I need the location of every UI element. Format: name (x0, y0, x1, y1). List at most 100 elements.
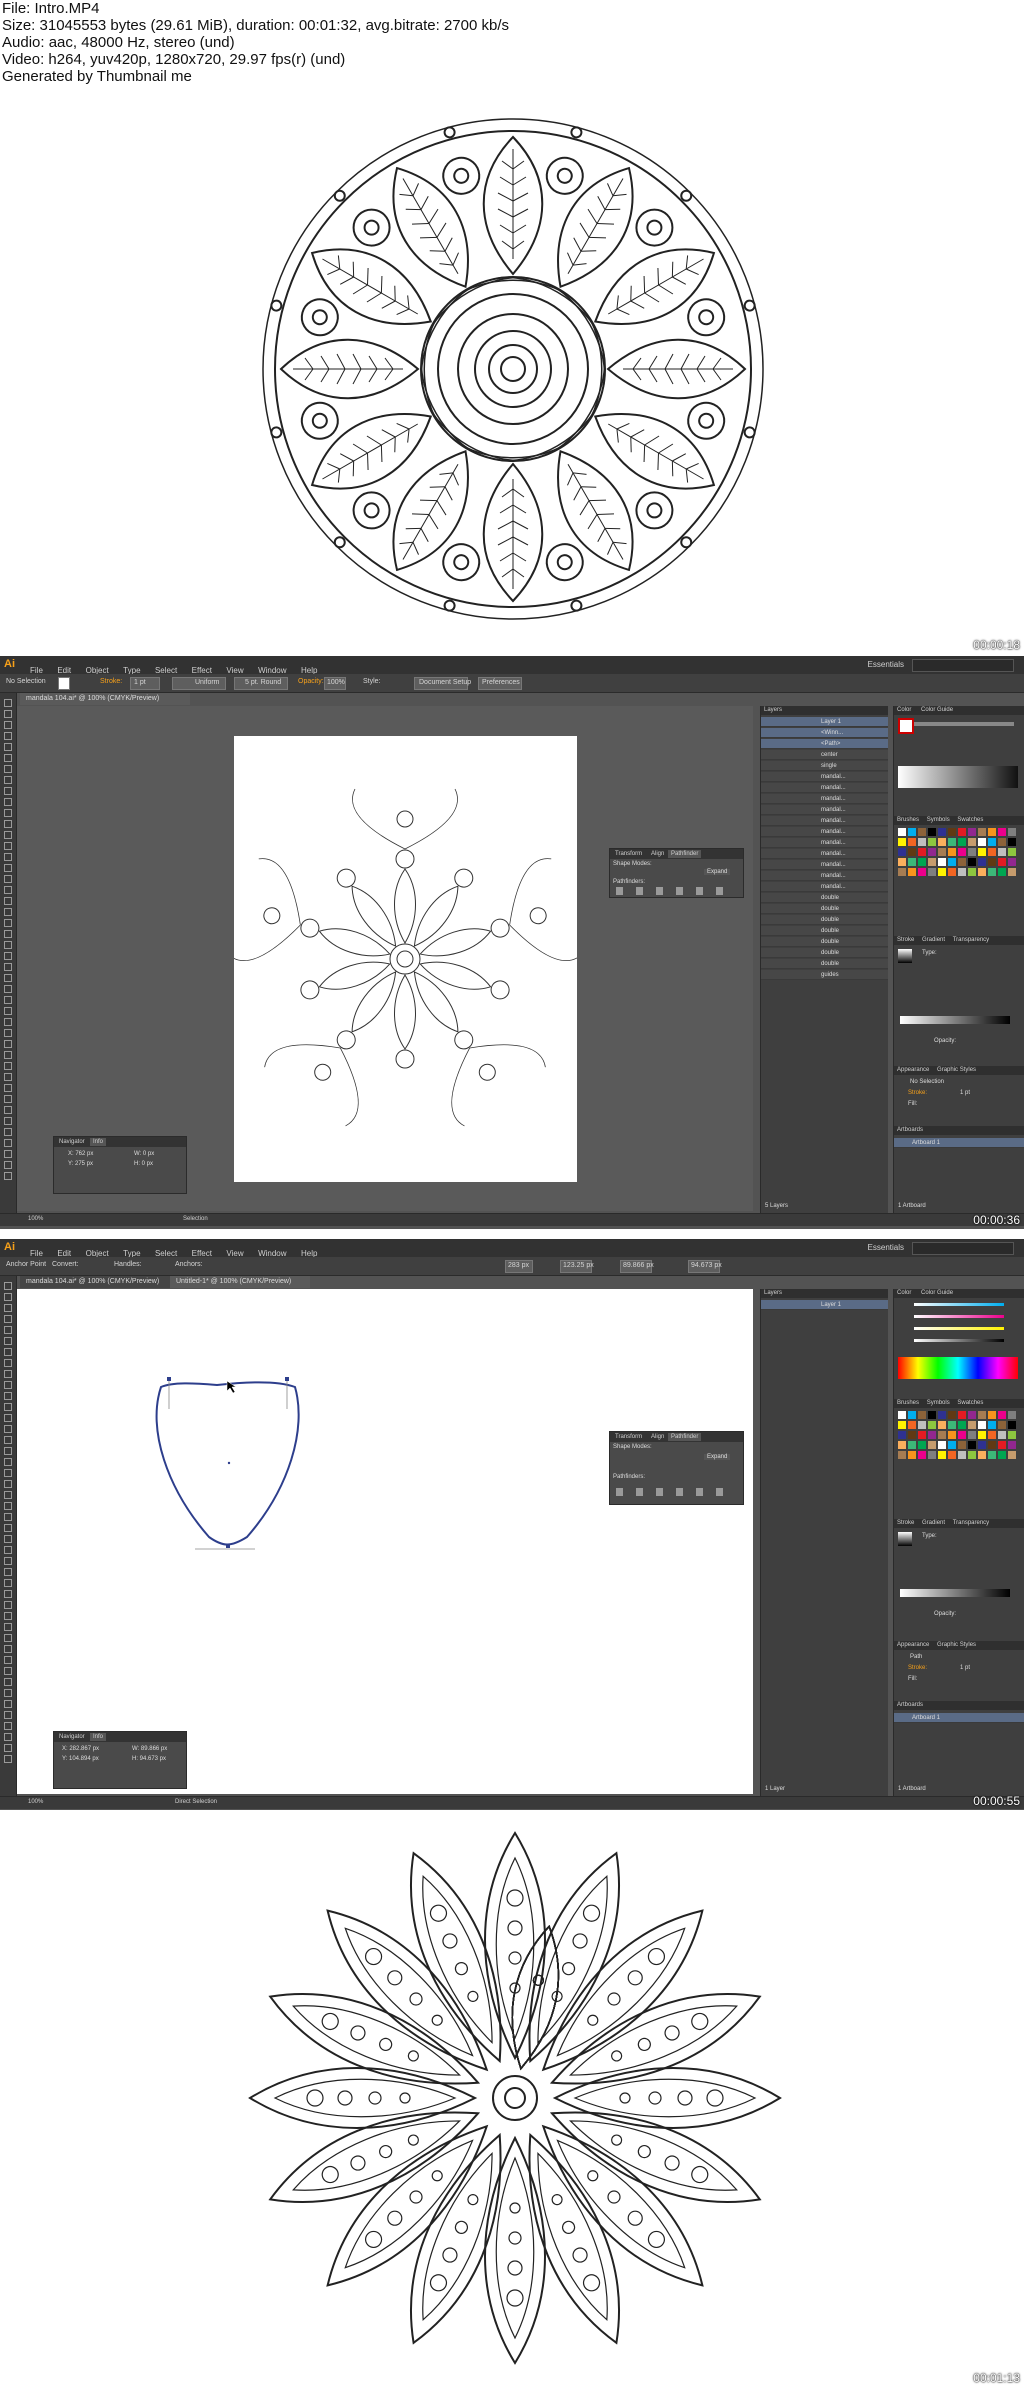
w-field[interactable]: 89.866 px (620, 1260, 654, 1273)
tool-icon[interactable] (4, 787, 12, 795)
swatch[interactable] (938, 1431, 946, 1439)
tool-icon[interactable] (4, 1062, 12, 1070)
swatch[interactable] (978, 1431, 986, 1439)
tool-icon[interactable] (4, 1293, 12, 1301)
swatch[interactable] (968, 1451, 976, 1459)
tab-info[interactable]: Info (90, 1733, 107, 1741)
tool-icon[interactable] (4, 743, 12, 751)
swatch[interactable] (988, 828, 996, 836)
swatch[interactable] (998, 1441, 1006, 1449)
swatch[interactable] (948, 1431, 956, 1439)
tool-icon[interactable] (4, 1128, 12, 1136)
tool-icon[interactable] (4, 1612, 12, 1620)
swatch[interactable] (918, 1451, 926, 1459)
tool-icon[interactable] (4, 754, 12, 762)
appearance-fill[interactable]: Fill: (908, 1101, 917, 1107)
swatch[interactable] (918, 1421, 926, 1429)
swatch[interactable] (1008, 838, 1016, 846)
swatch[interactable] (898, 1451, 906, 1459)
x-field[interactable]: 283 px (505, 1260, 533, 1273)
workspace-switcher[interactable]: Essentials (868, 1243, 904, 1252)
swatch[interactable] (958, 1411, 966, 1419)
swatch[interactable] (988, 1411, 996, 1419)
tool-icon[interactable] (4, 1744, 12, 1752)
tab-appearance[interactable]: Appearance (897, 1642, 929, 1648)
swatch[interactable] (968, 858, 976, 866)
swatch[interactable] (918, 1411, 926, 1419)
swatch[interactable] (968, 1441, 976, 1449)
color-fill-stroke[interactable] (898, 718, 914, 734)
opacity-field[interactable]: 100% (324, 677, 346, 690)
swatch[interactable] (978, 1441, 986, 1449)
tool-icon[interactable] (4, 1623, 12, 1631)
swatch[interactable] (958, 1421, 966, 1429)
tab-info[interactable]: Info (90, 1138, 107, 1146)
swatch[interactable] (908, 1451, 916, 1459)
tool-icon[interactable] (4, 765, 12, 773)
tab-align[interactable]: Align (648, 1433, 667, 1441)
gradient-slider[interactable] (900, 1589, 1010, 1597)
tool-icon[interactable] (4, 864, 12, 872)
swatch[interactable] (938, 848, 946, 856)
tool-icon[interactable] (4, 1304, 12, 1312)
tool-icon[interactable] (4, 875, 12, 883)
layer-row[interactable]: double (761, 904, 888, 914)
swatch[interactable] (978, 838, 986, 846)
tool-icon[interactable] (4, 886, 12, 894)
swatch[interactable] (958, 1431, 966, 1439)
tool-icon[interactable] (4, 1172, 12, 1180)
appearance-stroke[interactable]: Stroke: (908, 1090, 927, 1096)
tool-icon[interactable] (4, 710, 12, 718)
swatch[interactable] (938, 1441, 946, 1449)
expand-button[interactable]: Expand (704, 869, 731, 875)
swatch[interactable] (908, 838, 916, 846)
swatch[interactable] (918, 838, 926, 846)
tab-mandala-104[interactable]: mandala 104.ai* @ 100% (CMYK/Preview) (20, 1276, 170, 1288)
tool-icon[interactable] (4, 776, 12, 784)
layer-row[interactable]: single (761, 761, 888, 771)
appearance-stroke[interactable]: Stroke: (908, 1665, 927, 1671)
swatch[interactable] (928, 828, 936, 836)
swatch[interactable] (898, 1421, 906, 1429)
swatch[interactable] (978, 858, 986, 866)
swatch[interactable] (978, 1421, 986, 1429)
tool-icon[interactable] (4, 919, 12, 927)
search-input[interactable] (912, 659, 1014, 672)
layer-row[interactable]: <Winn... (761, 728, 888, 738)
swatch[interactable] (938, 1421, 946, 1429)
tool-icon[interactable] (4, 1150, 12, 1158)
swatch[interactable] (988, 838, 996, 846)
tool-icon[interactable] (4, 1425, 12, 1433)
swatch[interactable] (918, 868, 926, 876)
tool-icon[interactable] (4, 1678, 12, 1686)
swatch[interactable] (1008, 858, 1016, 866)
swatch[interactable] (988, 1431, 996, 1439)
tool-icon[interactable] (4, 842, 12, 850)
swatch[interactable] (998, 1431, 1006, 1439)
tab-swatches[interactable]: Swatches (957, 817, 983, 823)
swatch[interactable] (938, 838, 946, 846)
tab-symbols[interactable]: Symbols (927, 817, 950, 823)
swatch[interactable] (1008, 1411, 1016, 1419)
tab-stroke[interactable]: Stroke (897, 1520, 914, 1526)
tab-pathfinder[interactable]: Pathfinder (668, 850, 702, 858)
tool-icon[interactable] (4, 930, 12, 938)
tab-gradient[interactable]: Gradient (922, 937, 945, 943)
swatch[interactable] (978, 868, 986, 876)
tab-color[interactable]: Color (897, 1290, 911, 1296)
layer-row[interactable]: double (761, 937, 888, 947)
swatch[interactable] (908, 1431, 916, 1439)
tool-icon[interactable] (4, 908, 12, 916)
tool-icon[interactable] (4, 1326, 12, 1334)
swatch[interactable] (898, 868, 906, 876)
swatch[interactable] (978, 1411, 986, 1419)
swatch[interactable] (968, 828, 976, 836)
swatch[interactable] (998, 1411, 1006, 1419)
swatch[interactable] (918, 858, 926, 866)
swatch[interactable] (998, 1421, 1006, 1429)
tool-icon[interactable] (4, 732, 12, 740)
layer-row[interactable]: <Path> (761, 739, 888, 749)
tab-transparency[interactable]: Transparency (953, 937, 989, 943)
swatch[interactable] (1008, 1451, 1016, 1459)
tab-graphic-styles[interactable]: Graphic Styles (937, 1067, 976, 1073)
